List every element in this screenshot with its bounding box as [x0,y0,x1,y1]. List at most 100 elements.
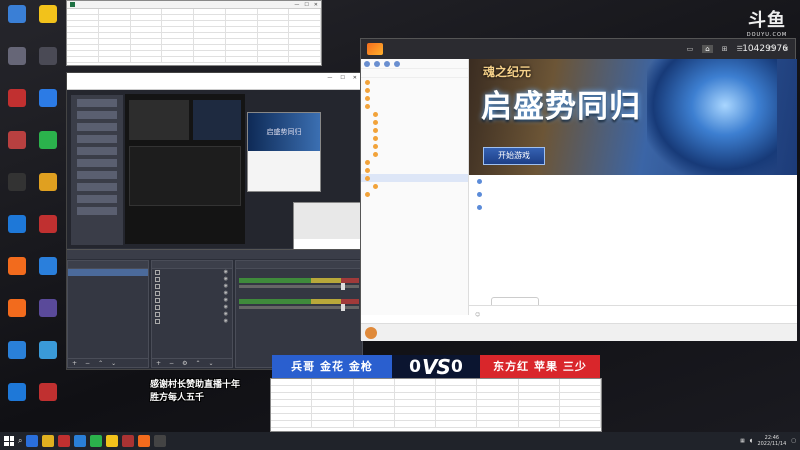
grid-cell[interactable] [518,386,560,393]
visibility-icon[interactable]: ◉ [224,311,228,318]
source-item[interactable]: ◉ [152,311,232,318]
excel-window-top[interactable]: — ☐ ✕ [66,0,322,66]
source-item[interactable]: ◉ [152,276,232,283]
channel-tree-item[interactable] [361,94,468,102]
grid-cell[interactable] [271,400,313,407]
scenes-dock[interactable]: + − ⌃ ⌄ [67,260,149,368]
desktop-icon[interactable] [2,214,32,248]
grid-cell[interactable] [477,414,519,421]
grid-cell[interactable] [559,400,601,407]
taskbar-clock[interactable]: 22:46 2022/11/14 [757,435,786,447]
column-header[interactable] [394,379,436,386]
source-item[interactable]: ◉ [152,290,232,297]
start-game-button[interactable]: 开始游戏 [483,147,545,165]
desktop-icon[interactable] [33,88,63,122]
column-header[interactable] [312,379,354,386]
desktop-icon[interactable] [33,46,63,80]
grid-cell[interactable] [312,386,354,393]
grid-cell[interactable] [67,57,99,63]
volume-slider[interactable] [239,304,359,311]
grid-cell[interactable] [477,400,519,407]
gear-icon[interactable] [384,61,390,67]
desktop-icon[interactable] [2,4,32,38]
desktop-icon[interactable] [33,130,63,164]
emoji-icon[interactable]: ☺ [475,312,480,318]
grid-cell[interactable] [477,421,519,428]
desktop-icon[interactable] [33,382,63,416]
channel-tree-item[interactable] [361,78,468,86]
add-icon[interactable]: + [72,360,77,367]
grid-cell[interactable] [436,407,478,414]
grid-cell[interactable] [98,57,131,63]
desktop-icon[interactable] [33,298,63,332]
excel-title-bar[interactable]: — ☐ ✕ [67,1,321,9]
source-item[interactable]: ◉ [152,297,232,304]
user-icon[interactable] [374,61,380,67]
audio-mixer-dock[interactable] [235,260,363,368]
grid-cell[interactable] [162,57,194,63]
grid-cell[interactable] [436,393,478,400]
channel-tree-item[interactable] [361,126,468,134]
grid-cell[interactable] [130,57,163,63]
visibility-icon[interactable]: ◉ [224,269,228,276]
grid-cell[interactable] [312,393,354,400]
obs-window[interactable]: — ☐ ✕ 启盛势同归 + − ⌃ ⌄ ◉ ◉ ◉ ◉ ◉ ◉ ◉ ◉ + − … [66,72,383,370]
maximize-button[interactable]: ☐ [304,2,308,8]
search-icon[interactable] [394,61,400,67]
grid-cell[interactable] [518,393,560,400]
channel-tree-item[interactable] [361,166,468,174]
taskbar-app-icon[interactable] [122,435,135,447]
grid-cell[interactable] [518,421,560,428]
grid-cell[interactable] [394,414,436,421]
sources-dock[interactable]: ◉ ◉ ◉ ◉ ◉ ◉ ◉ ◉ + − ⚙ ⌃ ⌄ [151,260,233,368]
close-button[interactable]: ✕ [353,75,357,81]
source-item[interactable]: ◉ [152,283,232,290]
channel-tree-item[interactable] [361,134,468,142]
grid-cell[interactable] [394,421,436,428]
channel-tree-item[interactable] [361,110,468,118]
channel-tree-item[interactable] [361,102,468,110]
grid-cell[interactable] [518,400,560,407]
taskbar-app-icon[interactable] [90,435,103,447]
grid-cell[interactable] [518,414,560,421]
grid-icon[interactable]: ⊞ [722,45,728,53]
channel-mode-select[interactable] [361,69,468,78]
grid-cell[interactable] [271,407,313,414]
taskbar-app-icon[interactable] [74,435,87,447]
excel-grid-top[interactable] [67,9,321,63]
grid-cell[interactable] [559,421,601,428]
grid-cell[interactable] [353,400,395,407]
desktop-icon[interactable] [2,130,32,164]
desktop-icon[interactable] [2,298,32,332]
grid-cell[interactable] [271,386,313,393]
column-header[interactable] [353,379,395,386]
channel-tree-item[interactable] [361,174,468,182]
grid-cell[interactable] [559,407,601,414]
grid-cell[interactable] [394,407,436,414]
search-icon[interactable]: ⌕ [18,436,22,446]
grid-cell[interactable] [353,407,395,414]
add-icon[interactable]: + [156,360,161,367]
visibility-icon[interactable]: ◉ [224,297,228,304]
excel-grid-bottom[interactable] [271,379,601,428]
chevron-down-icon[interactable]: ⌄ [208,360,213,367]
grid-cell[interactable] [289,57,321,63]
desktop-icon[interactable] [33,340,63,374]
grid-cell[interactable] [353,414,395,421]
volume-slider[interactable] [239,283,359,290]
grid-cell[interactable] [312,400,354,407]
system-tray[interactable]: ▦ ◖ 22:46 2022/11/14 ▢ [735,435,800,447]
grid-cell[interactable] [559,386,601,393]
column-header[interactable] [436,379,478,386]
game-banner[interactable]: 魂之纪元 启盛势同归 开始游戏 [469,59,797,175]
grid-cell[interactable] [312,421,354,428]
source-item[interactable]: ◉ [152,304,232,311]
douyu-title-bar[interactable]: ▭ ⌂ ⊞ ☰ — ☐ ✕ [361,39,795,59]
channel-tree-item[interactable] [361,150,468,158]
column-header[interactable] [518,379,560,386]
minimize-button[interactable]: — [327,75,332,81]
grid-cell[interactable] [194,57,226,63]
grid-cell[interactable] [271,393,313,400]
desktop-icon[interactable] [2,88,32,122]
grid-cell[interactable] [477,407,519,414]
